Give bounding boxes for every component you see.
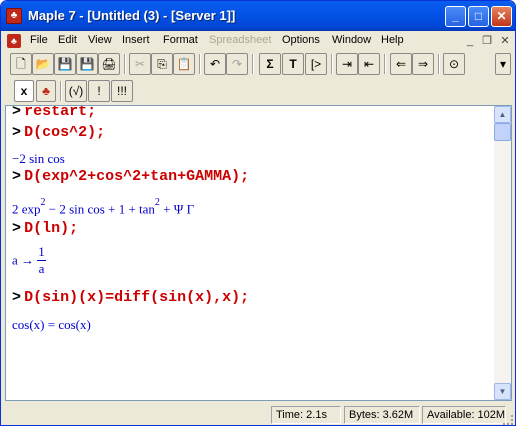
- insert-prompt-icon[interactable]: [>: [305, 53, 327, 75]
- menu-file[interactable]: File: [30, 34, 48, 46]
- output-dcos: −2 sin cos: [12, 151, 65, 166]
- save-all-icon[interactable]: 💾: [54, 53, 76, 75]
- sigma-icon[interactable]: Σ: [259, 53, 281, 75]
- prompt-symbol: >: [12, 168, 22, 185]
- input-line-dsin[interactable]: > D(sin)(x)=diff(sin(x),x);: [12, 289, 249, 306]
- maximize-button[interactable]: □: [468, 6, 489, 27]
- outdent-icon[interactable]: ⇤: [358, 53, 380, 75]
- prompt-symbol: >: [12, 289, 22, 306]
- toolbar-separator: [60, 81, 62, 101]
- output-term: + Ψ Γ: [159, 201, 195, 217]
- status-bytes: Bytes: 3.62M: [344, 406, 420, 424]
- menu-options[interactable]: Options: [282, 34, 320, 46]
- context-toolbar: x ♣ (√) ! !!!: [1, 78, 515, 104]
- status-available: Available: 102M: [422, 406, 506, 424]
- redo-icon[interactable]: ↷: [226, 53, 248, 75]
- new-icon[interactable]: 🗋: [10, 53, 32, 75]
- menu-window[interactable]: Window: [332, 34, 371, 46]
- doc-restore-button[interactable]: ❐: [479, 34, 495, 48]
- output-dln: a → 1a: [12, 244, 46, 277]
- toolbar-separator: [124, 54, 126, 74]
- input-line-dcos[interactable]: > D(cos^2);: [12, 124, 105, 141]
- worksheet[interactable]: > restart; > D(cos^2); −2 sin cos > D(ex…: [5, 105, 512, 401]
- copy-icon[interactable]: ⎘: [151, 53, 173, 75]
- doc-close-button[interactable]: ✕: [497, 34, 513, 48]
- toolbar-separator: [384, 54, 386, 74]
- menu-bar: ♣ File Edit View Insert Format Spreadshe…: [1, 31, 515, 51]
- output-dexp: 2 exp2 − 2 sin cos + 1 + tan2 + Ψ Γ: [12, 197, 195, 217]
- input-line-dexp[interactable]: > D(exp^2+cos^2+tan+GAMMA);: [12, 168, 249, 185]
- vertical-scrollbar[interactable]: ▲ ▼: [494, 106, 511, 400]
- indent-icon[interactable]: ⇥: [336, 53, 358, 75]
- document-icon[interactable]: ♣: [7, 34, 21, 48]
- open-icon[interactable]: 📂: [32, 53, 54, 75]
- fraction-denominator: a: [38, 261, 45, 276]
- scroll-down-icon[interactable]: ▼: [494, 383, 511, 400]
- output-term: − 2 sin cos + 1 + tan: [45, 201, 155, 217]
- undo-icon[interactable]: ↶: [204, 53, 226, 75]
- paste-icon[interactable]: 📋: [173, 53, 195, 75]
- input-line-dln[interactable]: > D(ln);: [12, 220, 78, 237]
- command-dcos[interactable]: D(cos^2);: [24, 124, 105, 141]
- status-bar: Time: 2.1s Bytes: 3.62M Available: 102M: [1, 403, 515, 425]
- menu-edit[interactable]: Edit: [58, 34, 77, 46]
- exponent: 2: [40, 197, 46, 208]
- prompt-symbol: >: [12, 105, 22, 120]
- print-icon[interactable]: 🖨: [98, 53, 120, 75]
- maple-leaf-icon[interactable]: ♣: [6, 8, 22, 24]
- text-mode-icon[interactable]: T: [282, 53, 304, 75]
- input-line-restart[interactable]: > restart;: [12, 105, 96, 120]
- prompt-symbol: >: [12, 220, 22, 237]
- scroll-thumb[interactable]: [494, 123, 511, 141]
- menu-format[interactable]: Format: [163, 34, 198, 46]
- evaluate-check-button[interactable]: (√): [65, 80, 87, 102]
- toolbar-separator: [252, 54, 254, 74]
- close-button[interactable]: ✕: [491, 6, 512, 27]
- status-time: Time: 2.1s: [271, 406, 341, 424]
- menu-view[interactable]: View: [88, 34, 112, 46]
- window-title: Maple 7 - [Untitled (3) - [Server 1]]: [28, 8, 236, 23]
- back-arrow-icon[interactable]: ⇐: [390, 53, 412, 75]
- math-input-button[interactable]: x: [14, 80, 34, 102]
- scroll-up-icon[interactable]: ▲: [494, 106, 511, 123]
- output-term: 2 exp: [12, 201, 41, 217]
- command-dln[interactable]: D(ln);: [24, 220, 78, 237]
- stop-icon[interactable]: ⊙: [443, 53, 465, 75]
- maple-leaf-button-icon[interactable]: ♣: [36, 80, 56, 102]
- minimize-button[interactable]: _: [445, 6, 466, 27]
- execute-button[interactable]: !: [88, 80, 110, 102]
- command-dsin[interactable]: D(sin)(x)=diff(sin(x),x);: [24, 289, 249, 306]
- mapsto-arrow: →: [17, 252, 38, 268]
- cut-icon[interactable]: ✂: [129, 53, 151, 75]
- execute-all-button[interactable]: !!!: [111, 80, 133, 102]
- menu-help[interactable]: Help: [381, 34, 404, 46]
- fraction: 1a: [37, 244, 46, 277]
- forward-arrow-icon[interactable]: ⇒: [412, 53, 434, 75]
- title-bar[interactable]: ♣ Maple 7 - [Untitled (3) - [Server 1]] …: [1, 1, 515, 31]
- exponent: 2: [154, 197, 160, 208]
- menu-spreadsheet[interactable]: Spreadsheet: [209, 34, 271, 46]
- toolbar-separator: [331, 54, 333, 74]
- toolbar-dropdown-icon[interactable]: ▾: [495, 53, 511, 75]
- command-dexp[interactable]: D(exp^2+cos^2+tan+GAMMA);: [24, 168, 249, 185]
- toolbar-separator: [438, 54, 440, 74]
- command-restart[interactable]: restart;: [24, 106, 96, 120]
- output-dsin: cos(x) = cos(x): [12, 317, 91, 332]
- save-icon[interactable]: 💾: [76, 53, 98, 75]
- main-toolbar: 🗋 📂 💾 💾 🖨 ✂ ⎘ 📋 ↶ ↷ Σ T [> ⇥ ⇤ ⇐ ⇒ ⊙ ▾: [1, 51, 515, 77]
- maple-window: ♣ Maple 7 - [Untitled (3) - [Server 1]] …: [0, 0, 516, 426]
- prompt-symbol: >: [12, 124, 22, 141]
- doc-minimize-button[interactable]: _: [462, 34, 478, 48]
- toolbar-separator: [199, 54, 201, 74]
- menu-insert[interactable]: Insert: [122, 34, 150, 46]
- fraction-numerator: 1: [37, 244, 46, 261]
- resize-grip-icon[interactable]: [503, 415, 513, 425]
